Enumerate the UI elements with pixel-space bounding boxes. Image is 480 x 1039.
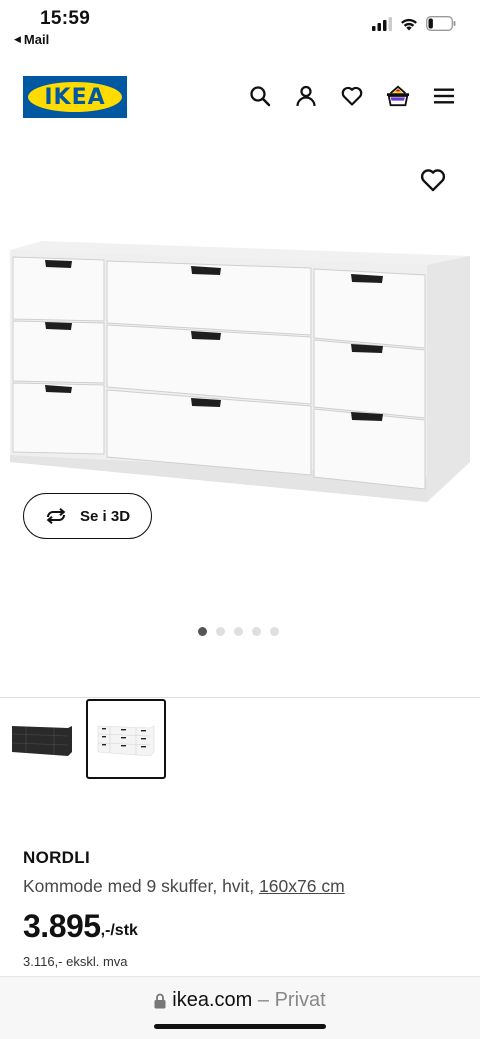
view-in-3d-button[interactable]: Se i 3D	[23, 493, 152, 539]
carousel-indicator	[198, 627, 279, 636]
carousel-dot[interactable]	[234, 627, 243, 636]
status-time: 15:59	[40, 8, 91, 29]
view-in-3d-label: Se i 3D	[80, 507, 131, 525]
heart-icon	[341, 86, 363, 106]
home-indicator[interactable]	[154, 1024, 326, 1029]
carousel-dot[interactable]	[216, 627, 225, 636]
price-suffix: ,-/stk	[100, 922, 138, 939]
rotate-arrows-icon	[46, 508, 66, 524]
battery-icon	[426, 16, 456, 31]
status-bar: 15:59 ◀ Mail	[0, 0, 480, 52]
variant-black[interactable]	[2, 699, 82, 779]
carousel-dot[interactable]	[252, 627, 261, 636]
browser-address-bar: ikea.com – Privat	[0, 976, 480, 1039]
menu-icon	[434, 88, 454, 104]
logo-text: IKEA	[44, 84, 106, 110]
basket-icon	[386, 85, 410, 107]
add-to-favorites-button[interactable]	[420, 168, 446, 194]
url-domain: ikea.com	[172, 989, 253, 1011]
product-description: Kommode med 9 skuffer, hvit, 160x76 cm	[23, 876, 345, 897]
product-dimensions-link[interactable]: 160x76 cm	[259, 876, 345, 896]
divider	[0, 697, 480, 698]
ikea-logo[interactable]: IKEA	[23, 76, 127, 118]
back-triangle-icon: ◀	[14, 34, 21, 44]
lock-icon	[154, 993, 166, 1008]
favorites-button[interactable]	[340, 84, 364, 108]
private-mode-label: – Privat	[252, 989, 326, 1011]
carousel-dot[interactable]	[198, 627, 207, 636]
site-header: IKEA	[0, 74, 480, 120]
variant-black-thumbnail	[11, 726, 72, 756]
user-icon	[296, 85, 316, 107]
back-app-label: Mail	[23, 32, 50, 47]
product-image[interactable]	[0, 232, 480, 512]
menu-button[interactable]	[432, 84, 456, 108]
product-price: 3.895 ,-/stk	[23, 908, 138, 945]
variant-white-thumbnail	[97, 725, 155, 756]
header-actions	[248, 84, 456, 108]
basket-button[interactable]	[386, 84, 410, 108]
variant-white-selected[interactable]	[86, 699, 166, 779]
color-variants	[0, 699, 480, 779]
back-to-mail[interactable]: ◀ Mail	[14, 32, 49, 47]
dresser-illustration	[10, 241, 470, 502]
search-icon	[250, 86, 271, 107]
cellular-signal-icon	[372, 16, 392, 31]
profile-button[interactable]	[294, 84, 318, 108]
url-display[interactable]: ikea.com – Privat	[0, 989, 480, 1012]
carousel-dot[interactable]	[270, 627, 279, 636]
status-icons	[372, 16, 456, 31]
price-amount: 3.895	[23, 908, 101, 944]
logo-oval: IKEA	[28, 82, 122, 112]
product-description-text: Kommode med 9 skuffer, hvit,	[23, 876, 260, 896]
heart-icon	[420, 169, 446, 192]
price-excluding-vat: 3.116,- ekskl. mva	[23, 954, 128, 969]
search-button[interactable]	[248, 84, 272, 108]
wifi-icon	[401, 18, 417, 30]
product-name: NORDLI	[23, 848, 90, 867]
